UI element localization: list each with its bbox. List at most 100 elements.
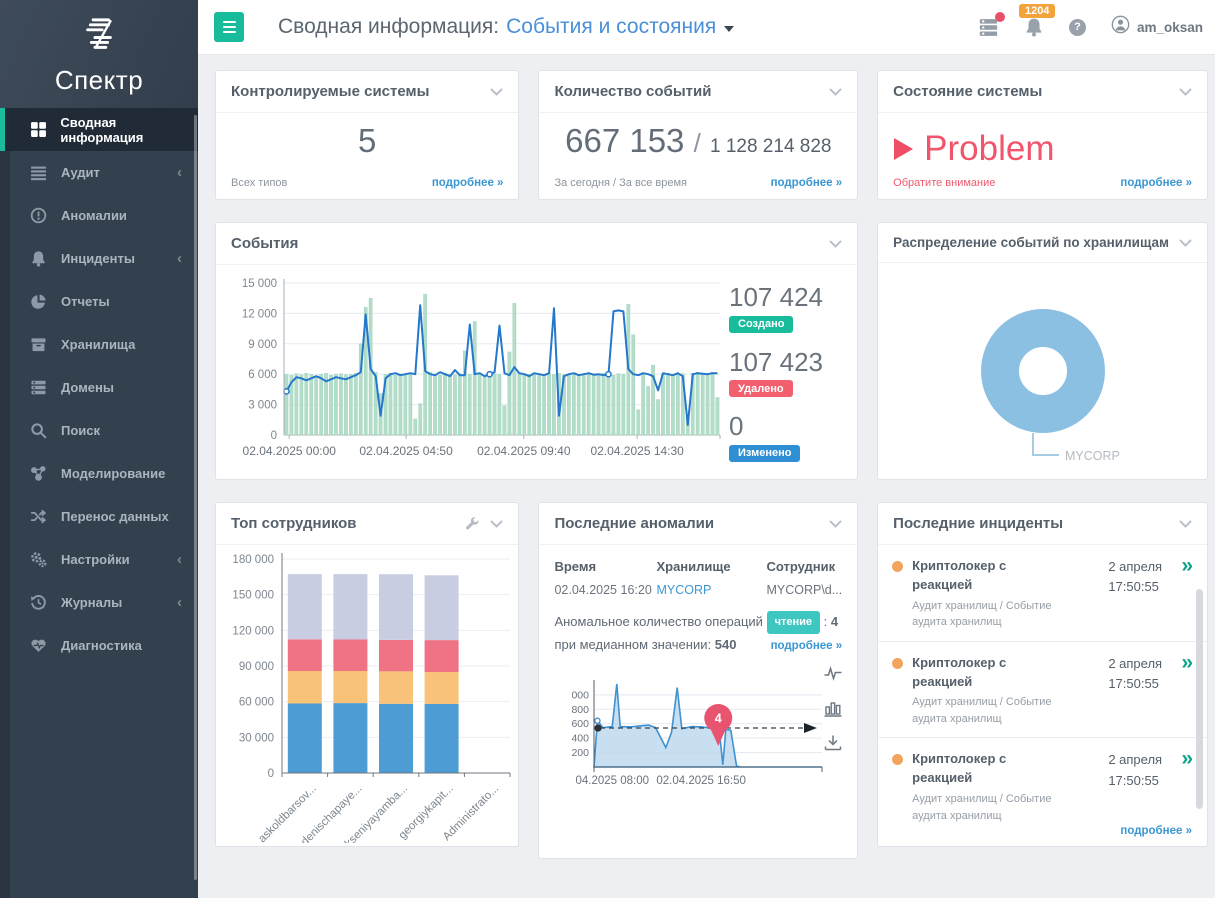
- notifications-bell-icon[interactable]: 1204: [1024, 17, 1044, 37]
- page-title-prefix: Сводная информация:: [278, 15, 499, 39]
- sidebar-item-anomalies[interactable]: Аномалии: [0, 194, 198, 237]
- card-events-chart: События 03 0006 0009 00012 00015 00002.0…: [215, 222, 858, 480]
- gears-icon: [30, 551, 48, 568]
- menu-toggle-button[interactable]: [214, 12, 244, 42]
- sidebar-item-summary[interactable]: Сводная информация: [0, 108, 198, 151]
- svg-text:000: 000: [572, 690, 590, 702]
- chevron-down-icon[interactable]: [829, 520, 842, 528]
- shuffle-icon: [30, 508, 48, 525]
- svg-text:200: 200: [572, 747, 590, 759]
- systems-count: 5: [216, 122, 518, 160]
- col-employee: Сотрудник: [766, 559, 842, 581]
- incident-severity-dot: [892, 754, 903, 765]
- events-count-more-link[interactable]: подробнее »: [771, 177, 843, 189]
- anomaly-chart-tools: [823, 663, 843, 753]
- chevron-down-icon[interactable]: [490, 88, 503, 96]
- anomaly-time: 02.04.2025 16:20: [554, 581, 652, 599]
- divider: /: [694, 128, 701, 158]
- anomaly-more-link[interactable]: подробнее »: [771, 637, 843, 657]
- systems-more-link[interactable]: подробнее »: [432, 177, 504, 189]
- changed-count: 0: [729, 412, 853, 441]
- open-incident-icon[interactable]: »: [1181, 654, 1193, 728]
- svg-text:9 000: 9 000: [248, 339, 277, 351]
- system-state-caption: Обратите внимание: [893, 177, 995, 189]
- svg-text:30 000: 30 000: [239, 732, 274, 744]
- sidebar-item-reports[interactable]: Отчеты: [0, 280, 198, 323]
- chevron-down-icon[interactable]: [1179, 520, 1192, 528]
- sidebar-item-journals[interactable]: Журналы‹: [0, 581, 198, 624]
- created-badge: Создано: [729, 316, 793, 333]
- svg-text:3 000: 3 000: [248, 400, 277, 412]
- alert-dot: [995, 12, 1005, 22]
- svg-text:MYCORP: MYCORP: [1065, 449, 1120, 463]
- incident-datetime: 2 апреля17:50:55: [1108, 750, 1170, 824]
- incident-title: Криптолокер с реакцией: [912, 750, 1032, 788]
- bar-chart-icon[interactable]: [823, 698, 843, 718]
- sidebar: Спектр Сводная информацияАудит‹АномалииИ…: [0, 0, 198, 898]
- anomaly-storage-link[interactable]: MYCORP: [656, 581, 762, 599]
- deleted-badge: Удалено: [729, 380, 793, 397]
- chevron-left-icon: ‹: [177, 251, 182, 266]
- events-stats: 107 424 Создано 107 423 Удалено 0 Измене…: [729, 273, 853, 479]
- sidebar-item-modeling[interactable]: Моделирование: [0, 452, 198, 495]
- anomaly-description: Аномальное количество операций чтение : …: [554, 611, 842, 656]
- incident-category: Аудит хранилищ / Событие аудита хранилищ: [912, 791, 1062, 824]
- deleted-count: 107 423: [729, 348, 853, 377]
- sidebar-item-search[interactable]: Поиск: [0, 409, 198, 452]
- incidents-more-link[interactable]: подробнее »: [1120, 825, 1192, 837]
- svg-text:120 000: 120 000: [233, 625, 275, 637]
- chevron-left-icon: ‹: [177, 165, 182, 180]
- sidebar-item-audit[interactable]: Аудит‹: [0, 151, 198, 194]
- logo-block: Спектр: [0, 0, 198, 108]
- download-icon[interactable]: [823, 733, 843, 753]
- card-system-state: Состояние системы Problem Обратите внима…: [877, 70, 1208, 200]
- sidebar-item-diagnostics[interactable]: Диагностика: [0, 624, 198, 667]
- bell-icon: [30, 250, 48, 267]
- chevron-down-icon[interactable]: [490, 520, 503, 528]
- search-icon: [30, 422, 48, 439]
- spektr-logo-icon: [77, 12, 121, 61]
- sidebar-item-domains[interactable]: Домены: [0, 366, 198, 409]
- chevron-down-icon[interactable]: [829, 88, 842, 96]
- archive-icon: [30, 336, 48, 353]
- wrench-icon[interactable]: [465, 516, 480, 531]
- chevron-down-icon[interactable]: [1179, 239, 1192, 247]
- chevron-down-icon[interactable]: [1179, 88, 1192, 96]
- events-alltime-count: 1 128 214 828: [710, 136, 832, 157]
- open-incident-icon[interactable]: »: [1181, 750, 1193, 824]
- svg-text:90 000: 90 000: [239, 661, 274, 673]
- help-icon[interactable]: ?: [1069, 19, 1086, 36]
- systems-caption: Всех типов: [231, 177, 287, 189]
- incident-item[interactable]: Криптолокер с реакциейАудит хранилищ / С…: [878, 737, 1207, 824]
- heart-pulse-icon: [30, 637, 48, 654]
- chevron-left-icon: ‹: [177, 595, 182, 610]
- pie-chart-icon: [30, 293, 48, 310]
- notifications-count-badge: 1204: [1019, 4, 1055, 18]
- sidebar-item-incidents[interactable]: Инциденты‹: [0, 237, 198, 280]
- card-title: События: [231, 235, 819, 252]
- caret-down-icon[interactable]: [724, 26, 734, 32]
- svg-text:0: 0: [271, 430, 277, 442]
- sidebar-item-settings[interactable]: Настройки‹: [0, 538, 198, 581]
- open-incident-icon[interactable]: »: [1181, 557, 1193, 631]
- svg-text:02.04.2025 04:50: 02.04.2025 04:50: [359, 444, 453, 458]
- incident-item[interactable]: Криптолокер с реакциейАудит хранилищ / С…: [878, 545, 1207, 641]
- card-title: Контролируемые системы: [231, 83, 480, 100]
- card-title: Распределение событий по хранилищам: [893, 235, 1169, 250]
- card-last-incidents: Последние инциденты Криптолокер с реакци…: [877, 502, 1208, 847]
- incident-item[interactable]: Криптолокер с реакциейАудит хранилищ / С…: [878, 641, 1207, 738]
- created-count: 107 424: [729, 283, 853, 312]
- system-state-more-link[interactable]: подробнее »: [1120, 177, 1192, 189]
- line-chart-icon[interactable]: [823, 663, 843, 683]
- incidents-scrollbar[interactable]: [1196, 589, 1203, 809]
- dashboard-selector-link[interactable]: События и состояния: [506, 15, 716, 39]
- incidents-list: Криптолокер с реакциейАудит хранилищ / С…: [878, 545, 1207, 824]
- user-menu[interactable]: am_oksan: [1111, 15, 1203, 39]
- svg-text:12 000: 12 000: [242, 308, 277, 320]
- sidebar-item-storages[interactable]: Хранилища: [0, 323, 198, 366]
- card-title: Состояние системы: [893, 83, 1169, 100]
- chevron-down-icon[interactable]: [829, 240, 842, 248]
- sidebar-item-data-transfer[interactable]: Перенос данных: [0, 495, 198, 538]
- svg-text:60 000: 60 000: [239, 697, 274, 709]
- systems-status-icon[interactable]: [978, 17, 999, 38]
